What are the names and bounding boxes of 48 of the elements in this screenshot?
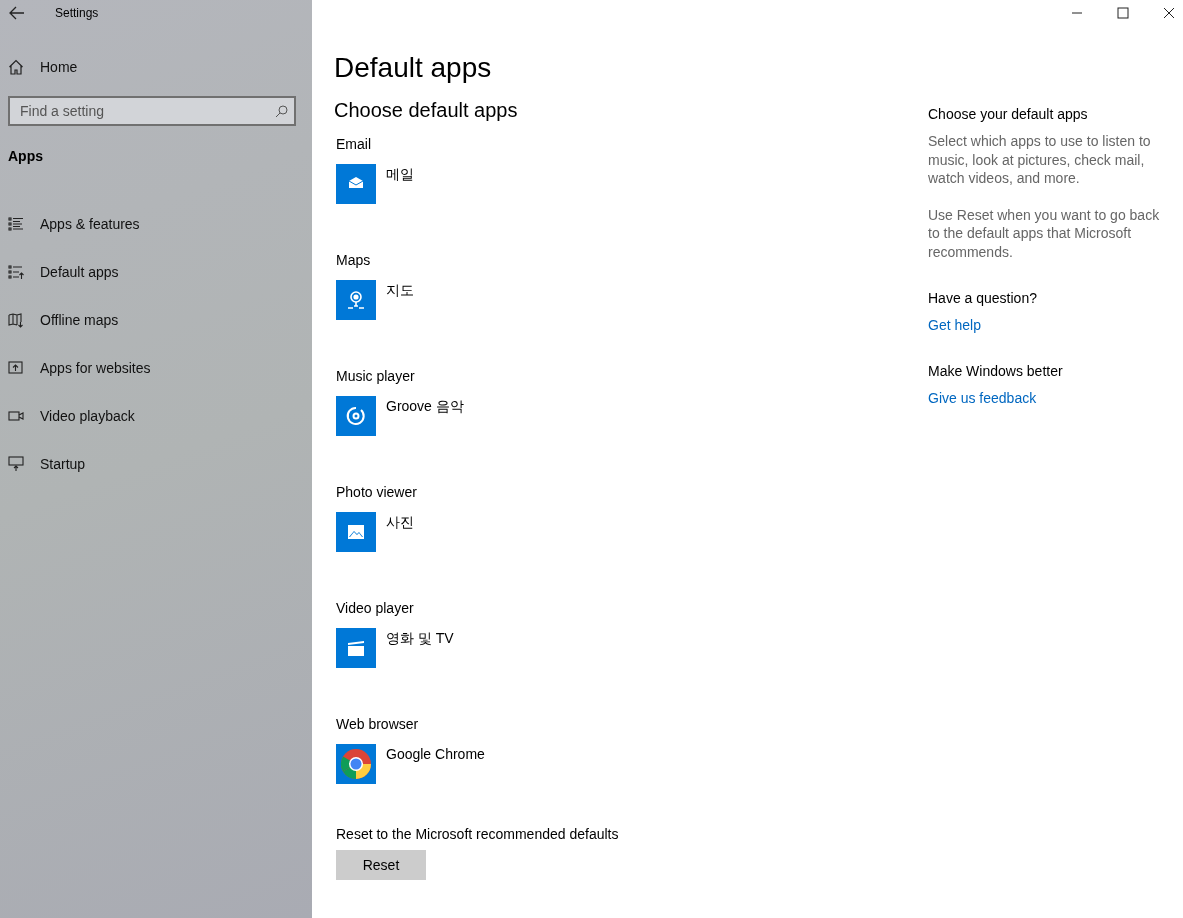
window-title: Settings [55, 6, 99, 20]
video-camera-icon [8, 408, 24, 424]
sidebar-item[interactable]: Startup [0, 440, 312, 488]
section-heading: Choose default apps [334, 98, 519, 123]
close-icon[interactable] [1163, 7, 1175, 19]
category-label: Photo viewer [335, 483, 418, 501]
default-app-button[interactable]: 메일 [334, 164, 416, 204]
help-link[interactable]: Give us feedback [928, 390, 1037, 406]
help-link[interactable]: Get help [928, 317, 981, 333]
map-icon [8, 312, 24, 328]
home-icon [8, 59, 24, 75]
default-app-button[interactable]: 영화 및 TV [334, 628, 456, 668]
default-app-button[interactable]: Groove 음악 [334, 396, 466, 436]
sidebar-item[interactable]: Offline maps [0, 296, 312, 344]
list-arrow-icon [8, 264, 24, 280]
category-label: Video player [335, 599, 415, 617]
category-label: Maps [335, 251, 372, 269]
aside-heading: Have a question? [928, 289, 1038, 307]
section-heading: Apps [7, 147, 44, 166]
default-app-button[interactable]: 지도 [334, 280, 416, 320]
category-label: Email [335, 135, 372, 153]
monitor-arrow-icon [8, 456, 24, 472]
sidebar-item[interactable]: Default apps [0, 248, 312, 296]
search-icon [275, 105, 288, 118]
clapperboard-icon [336, 628, 376, 668]
category-label: Music player [335, 367, 416, 385]
browser-logo-icon [336, 744, 376, 784]
default-app-button[interactable]: 사진 [334, 512, 416, 552]
sidebar-item[interactable]: Video playback [0, 392, 312, 440]
aside-paragraph: Use Reset when you want to go back to the default apps that Microsoft recommends. [928, 205, 1161, 261]
maximize-icon[interactable] [1117, 7, 1129, 19]
aside-paragraph: Select which apps to use to listen to music, look at pictures, check mail, watch videos, and more. [928, 132, 1152, 188]
sidebar-item[interactable]: Apps & features [0, 200, 312, 248]
sidebar-item[interactable]: Apps for websites [0, 344, 312, 392]
default-app-button[interactable]: Google Chrome [334, 744, 487, 784]
map-pin-icon [336, 280, 376, 320]
search-field[interactable]: Find a setting [8, 96, 296, 126]
aside-heading: Choose your default apps [928, 105, 1089, 123]
page-title: Default apps [334, 51, 493, 85]
reset-label: Reset to the Microsoft recommended defaults [335, 825, 620, 843]
aside-heading: Make Windows better [928, 362, 1064, 380]
home-nav-item[interactable]: Home [0, 43, 312, 91]
back-arrow-icon[interactable] [9, 6, 25, 20]
category-label: Web browser [335, 715, 420, 733]
envelope-icon [336, 164, 376, 204]
picture-icon [336, 512, 376, 552]
reset-button[interactable]: Reset [336, 850, 426, 880]
list-icon [8, 216, 24, 232]
